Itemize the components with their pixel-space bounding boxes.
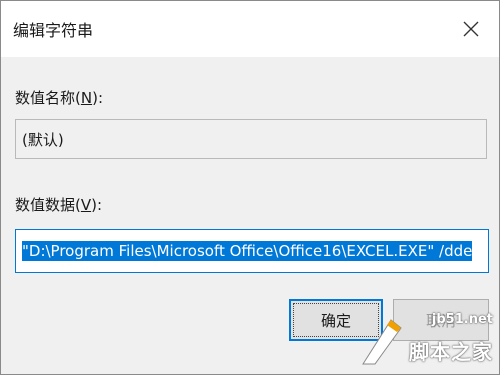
watermark-url: jb51.net: [431, 312, 493, 327]
edit-string-dialog: 编辑字符串 数值名称(N): (默认) 数值数据(V): "D:\Program…: [0, 0, 500, 375]
close-icon: [463, 21, 479, 37]
value-name-mnemonic: N: [80, 89, 93, 107]
value-data-input[interactable]: "D:\Program Files\Microsoft Office\Offic…: [15, 229, 489, 273]
watermark: jb51.net 脚本之家: [359, 292, 499, 374]
close-button[interactable]: [443, 1, 499, 57]
value-name-text: (默认): [22, 130, 64, 149]
value-data-selected-text[interactable]: "D:\Program Files\Microsoft Office\Offic…: [22, 241, 473, 261]
value-name-field: (默认): [15, 119, 487, 159]
dialog-title: 编辑字符串: [13, 21, 94, 40]
value-data-mnemonic: V: [80, 196, 92, 214]
value-name-label: 数值名称(N):: [15, 89, 103, 107]
title-bar[interactable]: 编辑字符串: [1, 1, 499, 57]
watermark-logo-icon: [362, 319, 402, 365]
watermark-text: 脚本之家: [409, 340, 493, 364]
value-data-label: 数值数据(V):: [15, 196, 103, 214]
ok-button-label: 确定: [320, 311, 351, 330]
